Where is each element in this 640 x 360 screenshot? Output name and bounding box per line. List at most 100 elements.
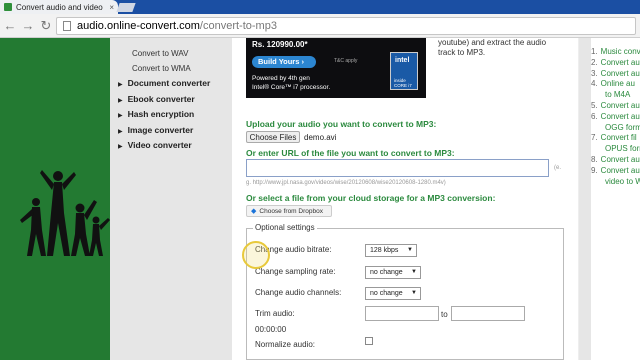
related-link-item[interactable]: 7. Convert fil bbox=[591, 133, 640, 144]
chevron-down-icon: ▼ bbox=[407, 247, 413, 253]
leftnav-item-hash-encryption[interactable]: ▶ Hash encryption bbox=[110, 107, 232, 123]
leftnav-item-ebook-converter[interactable]: ▶ Ebook converter bbox=[110, 92, 232, 108]
related-link-number: 2. bbox=[591, 57, 598, 67]
leftnav-label: Video converter bbox=[127, 140, 192, 150]
intro-text-line1: youtube) and extract the audio bbox=[438, 38, 547, 47]
leftnav-label: Image converter bbox=[127, 124, 194, 135]
url-path: /convert-to-mp3 bbox=[199, 20, 277, 32]
site-favicon-icon bbox=[4, 3, 12, 11]
intel-badge-text: inside CORE i7 bbox=[394, 78, 412, 88]
related-link-number: 9. bbox=[591, 165, 598, 175]
channels-select[interactable]: no change ▼ bbox=[365, 287, 421, 300]
url-example-text: g. http://www.jpl.nasa.gov/videos/wise/2… bbox=[246, 180, 446, 186]
related-link-item[interactable]: 4. Online au bbox=[591, 79, 640, 90]
ad-build-yours-button[interactable]: Build Yours › bbox=[252, 56, 316, 68]
url-heading: Or enter URL of the file you want to con… bbox=[246, 148, 455, 158]
brand-green-band bbox=[0, 38, 110, 360]
related-link-item[interactable]: 8. Convert au bbox=[591, 155, 640, 166]
related-link-item[interactable]: 2. Convert au bbox=[591, 58, 640, 69]
back-arrow-icon[interactable]: ← bbox=[2, 18, 18, 34]
trim-label: Trim audio: bbox=[255, 309, 295, 318]
related-link-item[interactable]: to M4A bbox=[591, 90, 640, 101]
intro-text-line2: track to MP3. bbox=[438, 48, 486, 57]
leftnav-item-document-converter[interactable]: ▶ Document converter bbox=[110, 76, 232, 92]
sampling-label: Change sampling rate: bbox=[255, 267, 336, 276]
normalize-checkbox[interactable] bbox=[365, 337, 373, 345]
forward-arrow-icon[interactable]: → bbox=[20, 18, 36, 34]
right-gray-divider bbox=[579, 38, 591, 360]
page-icon bbox=[63, 21, 71, 31]
url-host: audio.online-convert.com bbox=[77, 20, 200, 32]
triangle-right-icon: ▶ bbox=[118, 97, 123, 104]
url-side-hint: (e. bbox=[554, 165, 562, 171]
dropbox-label: Choose from Dropbox bbox=[259, 208, 323, 215]
channels-value: no change bbox=[370, 290, 403, 297]
optional-settings-box: Optional settings Change audio bitrate: … bbox=[246, 223, 564, 360]
cloud-heading: Or select a file from your cloud storage… bbox=[246, 193, 496, 203]
sampling-select[interactable]: no change ▼ bbox=[365, 266, 421, 279]
left-navigation: Convert to WAV Convert to WMA ▶ Document … bbox=[110, 38, 232, 360]
related-link-text: Convert au bbox=[600, 165, 640, 175]
ad-price: Rs. 120990.00* bbox=[252, 40, 308, 49]
chevron-down-icon: ▼ bbox=[411, 269, 417, 275]
triangle-right-icon: ▶ bbox=[118, 113, 123, 119]
related-link-text: OGG forma bbox=[605, 122, 640, 132]
trim-time-hint: 00:00:00 bbox=[255, 325, 287, 334]
related-link-text: Online au bbox=[600, 79, 635, 89]
related-link-item[interactable]: 6. Convert au bbox=[591, 112, 640, 123]
related-link-text: Convert au bbox=[600, 154, 640, 164]
bitrate-value: 128 kbps bbox=[370, 247, 399, 254]
leftnav-item-convert-to-wma[interactable]: Convert to WMA bbox=[110, 61, 232, 76]
main-content: Rs. 120990.00* Build Yours › T&C apply P… bbox=[232, 38, 578, 360]
related-link-item[interactable]: video to W bbox=[591, 177, 640, 188]
new-tab-button[interactable] bbox=[116, 3, 136, 12]
related-link-text: Convert au bbox=[600, 111, 640, 121]
cursor-highlight bbox=[242, 241, 270, 269]
intel-advertisement[interactable]: Rs. 120990.00* Build Yours › T&C apply P… bbox=[246, 38, 426, 98]
triangle-right-icon: ▶ bbox=[118, 144, 123, 150]
trim-end-input[interactable] bbox=[451, 306, 525, 321]
chosen-filename: demo.avi bbox=[304, 133, 337, 142]
leftnav-item-convert-to-wav[interactable]: Convert to WAV bbox=[110, 46, 232, 61]
sampling-value: no change bbox=[370, 269, 403, 276]
related-link-text: Music conv bbox=[600, 47, 640, 56]
choose-files-button[interactable]: Choose Files bbox=[246, 131, 300, 143]
url-input[interactable] bbox=[246, 159, 549, 177]
reload-icon[interactable]: ↻ bbox=[38, 18, 54, 34]
tab-title: Convert audio and video t bbox=[16, 2, 106, 12]
channels-label: Change audio channels: bbox=[255, 288, 342, 297]
ad-powered-line1: Powered by 4th gen bbox=[252, 75, 310, 82]
intel-brand: intel bbox=[395, 57, 410, 64]
related-link-item[interactable]: 1. Music conv bbox=[591, 47, 640, 58]
leftnav-label: Ebook converter bbox=[127, 93, 195, 104]
related-link-number: 5. bbox=[591, 100, 598, 110]
ad-tc-text: T&C apply bbox=[334, 58, 358, 64]
related-link-item[interactable]: OPUS form bbox=[591, 144, 640, 155]
related-link-number: 3. bbox=[591, 68, 598, 78]
related-links-list: 1. Music conv 2. Convert au 3. Convert au 4. On… bbox=[591, 47, 640, 187]
leftnav-spacer bbox=[110, 38, 232, 46]
normalize-label: Normalize audio: bbox=[255, 340, 316, 349]
related-link-item[interactable]: OGG forma bbox=[591, 123, 640, 134]
bitrate-select[interactable]: 128 kbps ▼ bbox=[365, 244, 417, 257]
related-link-item[interactable]: 3. Convert au bbox=[591, 69, 640, 80]
intel-badge-line2: CORE i7 bbox=[394, 83, 412, 88]
related-link-number: 1. bbox=[591, 47, 598, 56]
related-link-text: video to W bbox=[605, 176, 640, 186]
ad-powered-text: Powered by 4th gen Intel® Core™ i7 proce… bbox=[252, 74, 330, 92]
dancers-illustration-icon bbox=[20, 170, 110, 256]
related-link-text: Convert fil bbox=[600, 133, 637, 143]
leftnav-label: Document converter bbox=[127, 78, 211, 88]
leftnav-item-image-converter[interactable]: ▶ Image converter bbox=[110, 123, 232, 139]
related-link-item[interactable]: 5. Convert au bbox=[591, 101, 640, 112]
leftnav-item-video-converter[interactable]: ▶ Video converter bbox=[110, 138, 232, 154]
intel-core-i7-badge-icon: intel inside CORE i7 bbox=[390, 52, 418, 90]
trim-start-input[interactable] bbox=[365, 306, 439, 321]
related-link-item[interactable]: 9. Convert au bbox=[591, 166, 640, 177]
upload-heading: Upload your audio you want to convert to… bbox=[246, 119, 437, 129]
dropbox-icon: ◆ bbox=[251, 208, 257, 215]
browser-tab[interactable]: Convert audio and video t × bbox=[0, 0, 118, 14]
intro-text: youtube) and extract the audio track to … bbox=[438, 38, 568, 58]
address-bar[interactable]: audio.online-convert.com /convert-to-mp3 bbox=[56, 17, 636, 35]
choose-from-dropbox-button[interactable]: ◆ Choose from Dropbox bbox=[246, 205, 332, 217]
